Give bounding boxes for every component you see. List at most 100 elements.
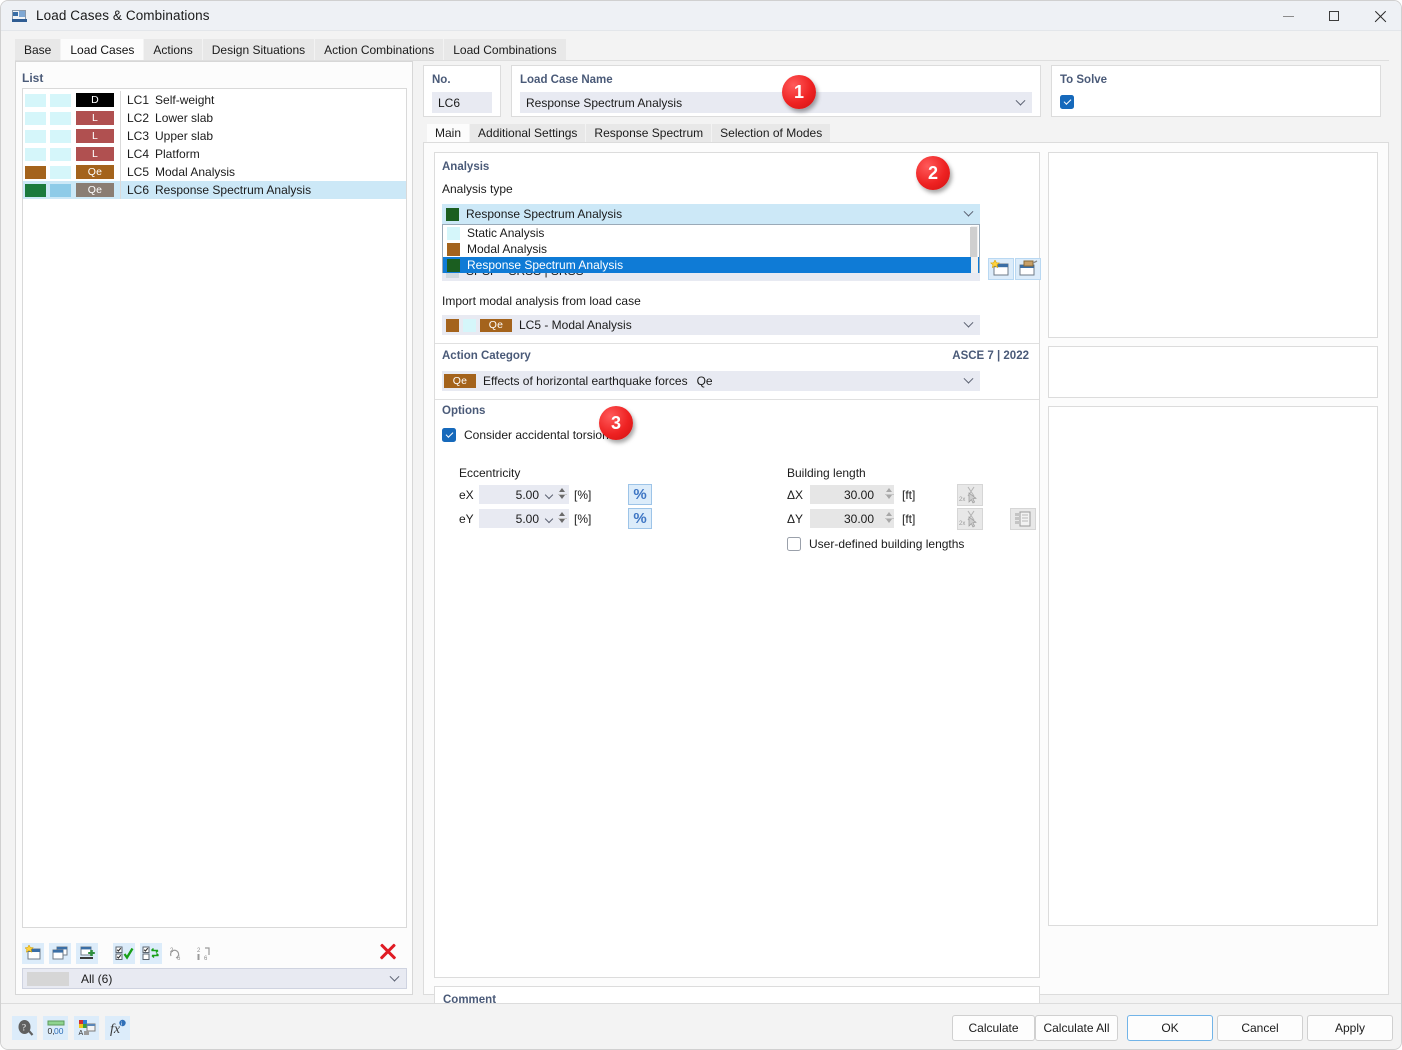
- row-name: Self-weight: [155, 93, 214, 107]
- dropdown-scroll-thumb[interactable]: [970, 227, 977, 257]
- row-divider: [120, 163, 121, 181]
- edit-combination-icon[interactable]: [1015, 258, 1041, 280]
- svg-text:00: 00: [54, 1026, 64, 1036]
- calculate-all-button[interactable]: Calculate All: [1035, 1015, 1118, 1041]
- close-icon: [1374, 10, 1387, 23]
- row-color-swatch-2: [50, 130, 71, 143]
- cancel-button[interactable]: Cancel: [1217, 1015, 1303, 1041]
- tab-action-combinations[interactable]: Action Combinations: [315, 39, 444, 61]
- row-color-swatch-2: [50, 112, 71, 125]
- ey-label: eY: [459, 512, 474, 526]
- tab-load-combinations[interactable]: Load Combinations: [444, 39, 566, 61]
- import-load-case-icon[interactable]: [76, 943, 98, 964]
- row-category-badge: Qe: [76, 165, 114, 179]
- svg-text:fx: fx: [110, 1022, 121, 1037]
- dx-stepper[interactable]: [885, 486, 894, 501]
- accidental-torsion-checkbox[interactable]: [442, 428, 456, 442]
- main-tab-pane: Analysis Analysis type SPSP - SRSS | SRS…: [423, 142, 1389, 995]
- ey-stepper[interactable]: [558, 510, 567, 525]
- action-category-select[interactable]: Qe Effects of horizontal earthquake forc…: [442, 371, 980, 391]
- ex-input[interactable]: 5.00: [479, 485, 569, 504]
- dy-input[interactable]: 30.00: [810, 509, 894, 528]
- new-combination-icon[interactable]: [988, 258, 1014, 280]
- ey-input[interactable]: 5.00: [479, 509, 569, 528]
- new-load-case-icon[interactable]: [22, 943, 44, 964]
- pick-from-model-icon[interactable]: 2x: [957, 484, 983, 506]
- close-button[interactable]: [1357, 1, 1402, 31]
- table-row[interactable]: Qe LC5 Modal Analysis: [23, 163, 406, 181]
- row-name: Modal Analysis: [155, 165, 235, 179]
- ok-button[interactable]: OK: [1127, 1015, 1213, 1041]
- delete-load-case-icon[interactable]: [379, 942, 399, 962]
- copy-load-case-icon[interactable]: [49, 943, 71, 964]
- units-icon[interactable]: 0, 00: [43, 1016, 68, 1040]
- invert-selection-icon[interactable]: [140, 943, 162, 964]
- ey-percent-button[interactable]: %: [628, 508, 652, 529]
- table-row[interactable]: D LC1 Self-weight: [23, 91, 406, 109]
- maximize-button[interactable]: [1311, 1, 1357, 31]
- accidental-torsion-row[interactable]: Consider accidental torsion: [442, 428, 609, 442]
- dy-stepper[interactable]: [885, 510, 894, 525]
- formula-icon[interactable]: fx i: [105, 1016, 130, 1040]
- row-category-badge: L: [76, 129, 114, 143]
- import-modal-label: Import modal analysis from load case: [442, 294, 641, 308]
- apply-button[interactable]: Apply: [1307, 1015, 1393, 1041]
- row-color-swatch-1: [25, 148, 46, 161]
- dropdown-option-static-analysis[interactable]: Static Analysis: [443, 225, 979, 241]
- row-category-badge: Qe: [76, 183, 114, 197]
- row-name: Lower slab: [155, 111, 213, 125]
- display-properties-icon[interactable]: A: [74, 1016, 99, 1040]
- pick-from-model-icon[interactable]: 2x: [957, 508, 983, 530]
- renumber-icon[interactable]: 2 6: [167, 943, 189, 964]
- analysis-type-label: Analysis type: [442, 182, 513, 196]
- dropdown-scrollbar[interactable]: [971, 226, 978, 273]
- table-input-icon[interactable]: [1010, 508, 1036, 530]
- row-color-swatch-2: [50, 184, 71, 197]
- table-row[interactable]: L LC3 Upper slab: [23, 127, 406, 145]
- load-case-list[interactable]: D LC1 Self-weight L LC2 Lower slab L LC: [22, 88, 407, 928]
- table-row[interactable]: L LC2 Lower slab: [23, 109, 406, 127]
- table-row[interactable]: L LC4 Platform: [23, 145, 406, 163]
- action-category-value: Effects of horizontal earthquake forces: [483, 374, 688, 388]
- tab-main[interactable]: Main: [427, 124, 470, 143]
- load-case-name-input[interactable]: Response Spectrum Analysis: [520, 92, 1032, 113]
- analysis-type-dropdown-list[interactable]: Static Analysis Modal Analysis Response …: [442, 224, 980, 273]
- calculate-button[interactable]: Calculate: [952, 1015, 1035, 1041]
- dy-label: ΔY: [787, 512, 803, 526]
- user-defined-lengths-checkbox[interactable]: [787, 537, 801, 551]
- tab-design-situations[interactable]: Design Situations: [203, 39, 315, 61]
- dropdown-option-response-spectrum-analysis[interactable]: Response Spectrum Analysis: [443, 257, 979, 273]
- help-icon[interactable]: ?: [12, 1016, 37, 1040]
- action-category-badge: Qe: [444, 374, 476, 388]
- ex-stepper[interactable]: [558, 486, 567, 501]
- to-solve-card: To Solve: [1051, 65, 1381, 117]
- minimize-button[interactable]: [1265, 1, 1311, 31]
- ex-percent-button[interactable]: %: [628, 484, 652, 505]
- load-case-list-panel: List D LC1 Self-weight L LC2 Lower slab: [15, 61, 413, 995]
- detail-area: No. LC6 Load Case Name Response Spectrum…: [423, 61, 1389, 995]
- tab-actions[interactable]: Actions: [144, 39, 202, 61]
- sort-icon[interactable]: 2 6: [194, 943, 216, 964]
- tab-additional-settings[interactable]: Additional Settings: [470, 124, 586, 143]
- row-divider: [120, 127, 121, 145]
- tab-selection-of-modes[interactable]: Selection of Modes: [712, 124, 831, 143]
- title-bar: Load Cases & Combinations: [1, 1, 1402, 31]
- tab-response-spectrum[interactable]: Response Spectrum: [586, 124, 712, 143]
- tab-load-cases[interactable]: Load Cases: [61, 39, 144, 61]
- svg-text:6: 6: [204, 956, 208, 961]
- chevron-down-icon: [964, 207, 974, 217]
- table-row-selected[interactable]: Qe LC6 Response Spectrum Analysis: [23, 181, 406, 199]
- dx-input[interactable]: 30.00: [810, 485, 894, 504]
- user-defined-lengths-row[interactable]: User-defined building lengths: [787, 537, 964, 551]
- select-all-icon[interactable]: [113, 943, 135, 964]
- to-solve-checkbox[interactable]: [1060, 95, 1074, 109]
- analysis-type-select[interactable]: Response Spectrum Analysis: [442, 204, 980, 224]
- list-filter-dropdown[interactable]: All (6): [22, 968, 407, 989]
- load-case-no-input[interactable]: LC6: [432, 92, 492, 113]
- dy-unit: [ft]: [902, 512, 915, 526]
- dropdown-option-modal-analysis[interactable]: Modal Analysis: [443, 241, 979, 257]
- import-modal-select[interactable]: Qe LC5 - Modal Analysis: [442, 315, 980, 335]
- tab-base[interactable]: Base: [15, 39, 61, 61]
- row-no: LC4: [127, 147, 149, 161]
- row-color-swatch-2: [50, 166, 71, 179]
